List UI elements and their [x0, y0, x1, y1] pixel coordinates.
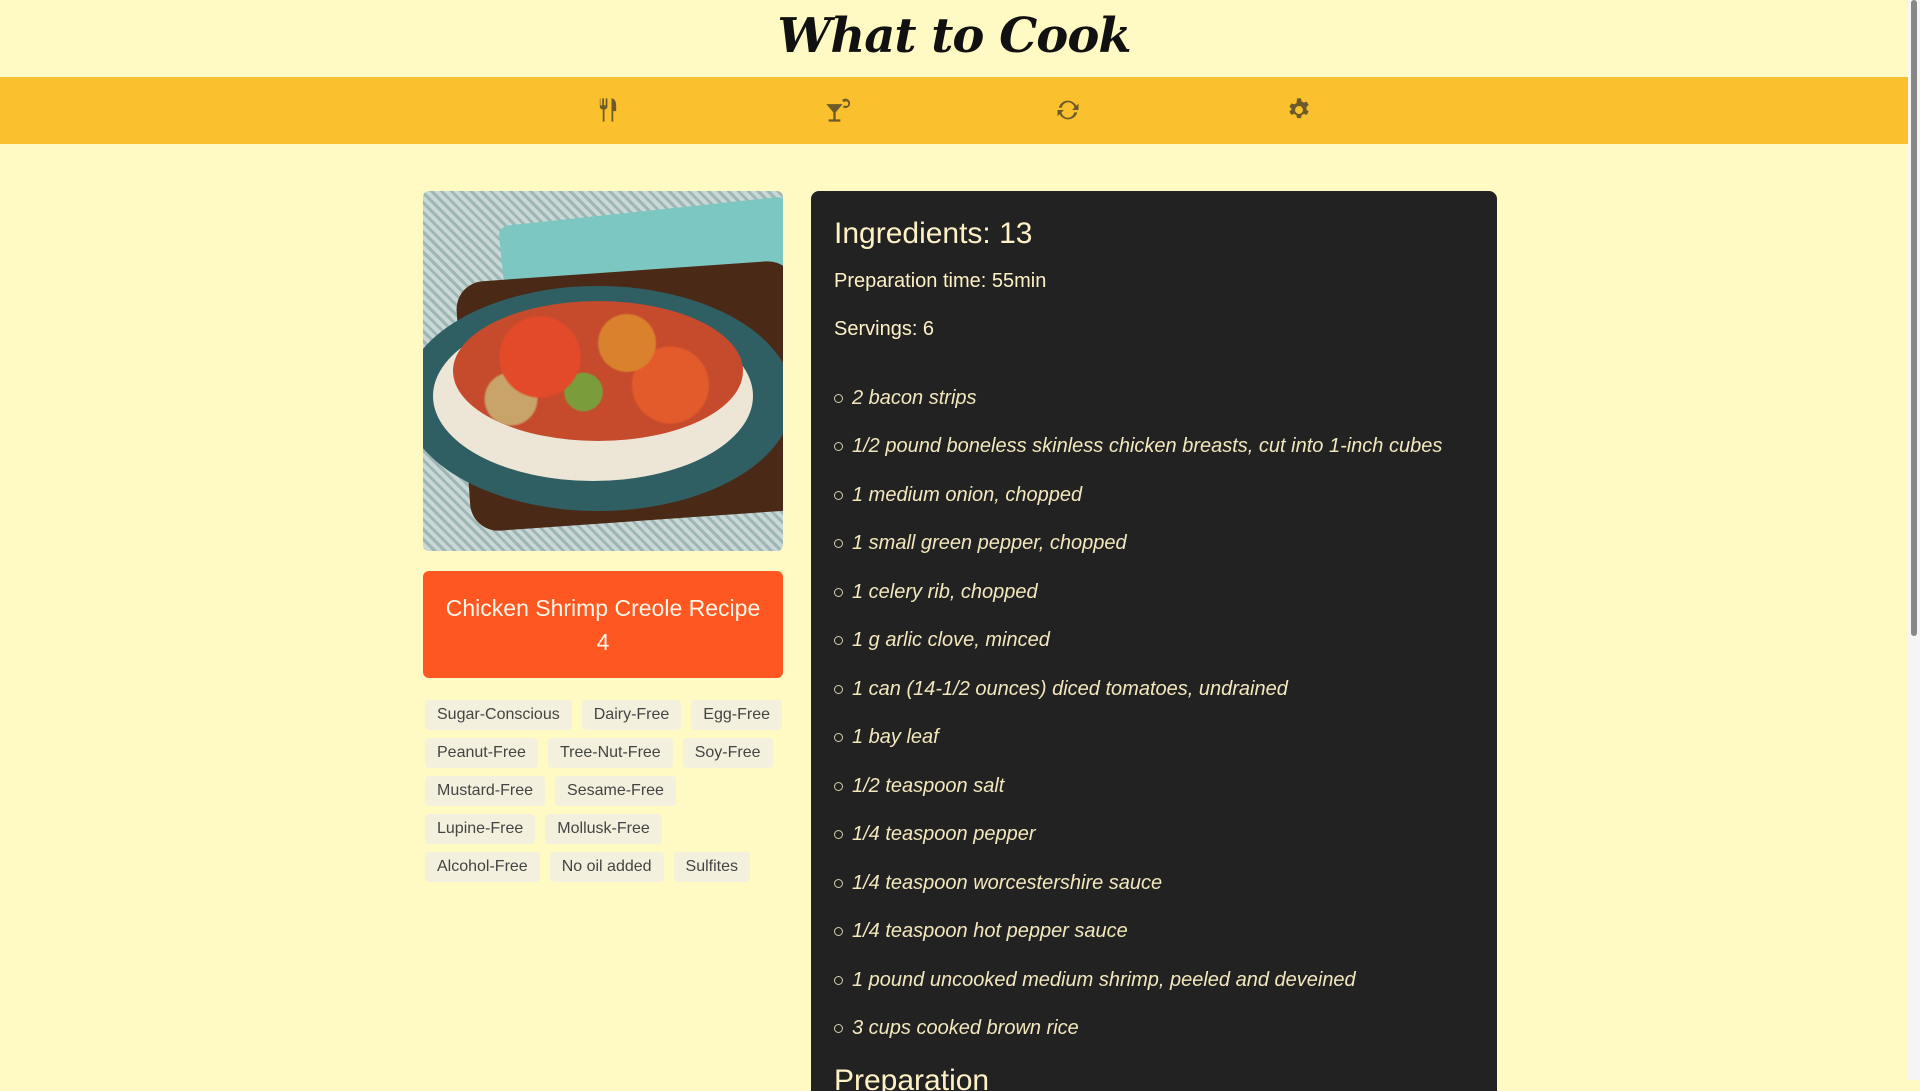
- gear-icon: [1289, 98, 1309, 119]
- ingredient-text: 1 small green pepper, chopped: [852, 532, 1127, 555]
- tag: Mollusk-Free: [545, 814, 662, 844]
- bullet-icon: [834, 830, 843, 840]
- cocktail-icon: [826, 98, 851, 122]
- nav-settings-button[interactable]: [1279, 92, 1319, 128]
- bullet-icon: [834, 490, 843, 500]
- tag: Sesame-Free: [555, 776, 676, 806]
- list-item: 1 can (14-1/2 ounces) diced tomatoes, un…: [834, 665, 1442, 714]
- ingredient-text: 1 celery rib, chopped: [852, 580, 1038, 603]
- list-item: 1 bay leaf: [834, 714, 1442, 763]
- ingredients-heading: Ingredients: 13: [834, 217, 1033, 250]
- page-scrollbar[interactable]: [1908, 0, 1920, 1080]
- tag: Mustard-Free: [425, 776, 546, 806]
- nav-bar: [0, 77, 1908, 144]
- ingredient-text: 2 bacon strips: [852, 386, 977, 409]
- tag: Lupine-Free: [425, 814, 536, 844]
- ingredient-text: 1 g arlic clove, minced: [852, 629, 1050, 652]
- tag: Sulfites: [673, 852, 751, 882]
- refresh-icon: [1057, 100, 1079, 120]
- ingredient-text: 1/2 teaspoon salt: [852, 774, 1005, 797]
- scrollbar-thumb[interactable]: [1911, 0, 1917, 636]
- tag: Egg-Free: [691, 700, 782, 730]
- ingredient-text: 1 can (14-1/2 ounces) diced tomatoes, un…: [852, 677, 1288, 700]
- bullet-icon: [834, 393, 843, 403]
- list-item: 1/4 teaspoon hot pepper sauce: [834, 908, 1442, 957]
- recipe-image: [423, 191, 783, 551]
- list-item: 1 pound uncooked medium shrimp, peeled a…: [834, 956, 1442, 1005]
- ingredient-text: 1 pound uncooked medium shrimp, peeled a…: [852, 968, 1356, 991]
- app-title: What to Cook: [777, 8, 1131, 64]
- bullet-icon: [834, 878, 843, 888]
- list-item: 1 medium onion, chopped: [834, 471, 1442, 520]
- list-item: 2 bacon strips: [834, 374, 1442, 423]
- tag: Sugar-Conscious: [425, 700, 572, 730]
- nav-refresh-button[interactable]: [1048, 92, 1088, 128]
- list-item: 1/2 teaspoon salt: [834, 762, 1442, 811]
- bullet-icon: [834, 587, 843, 597]
- recipe-title: Chicken Shrimp Creole Recipe 4: [423, 571, 783, 678]
- tag: Peanut-Free: [425, 738, 538, 768]
- list-item: 1 g arlic clove, minced: [834, 617, 1442, 666]
- list-item: 1/2 pound boneless skinless chicken brea…: [834, 423, 1442, 472]
- ingredient-list: 2 bacon strips 1/2 pound boneless skinle…: [834, 374, 1442, 1053]
- tag: Tree-Nut-Free: [547, 738, 673, 768]
- ingredient-text: 1 bay leaf: [852, 726, 939, 749]
- list-item: 1/4 teaspoon worcestershire sauce: [834, 859, 1442, 908]
- list-item: 3 cups cooked brown rice: [834, 1005, 1442, 1054]
- ingredient-text: 1 medium onion, chopped: [852, 483, 1083, 506]
- bullet-icon: [834, 442, 843, 452]
- preparation-time: Preparation time: 55min: [834, 270, 1047, 292]
- tag: Dairy-Free: [581, 700, 682, 730]
- bullet-icon: [834, 781, 843, 791]
- tag: No oil added: [549, 852, 664, 882]
- bullet-icon: [834, 684, 843, 694]
- nav-recipes-button[interactable]: [588, 92, 628, 128]
- servings: Servings: 6: [834, 318, 935, 340]
- ingredient-text: 1/2 pound boneless skinless chicken brea…: [852, 435, 1443, 458]
- bullet-icon: [834, 1024, 843, 1034]
- list-item: 1/4 teaspoon pepper: [834, 811, 1442, 860]
- bullet-icon: [834, 733, 843, 743]
- bullet-icon: [834, 927, 843, 937]
- tag: Soy-Free: [682, 738, 773, 768]
- ingredient-text: 1/4 teaspoon pepper: [852, 823, 1036, 846]
- ingredient-text: 1/4 teaspoon worcestershire sauce: [852, 871, 1163, 894]
- bullet-icon: [834, 636, 843, 646]
- nav-drinks-button[interactable]: [818, 92, 858, 128]
- bullet-icon: [834, 975, 843, 985]
- preparation-heading: Preparation: [834, 1064, 990, 1091]
- ingredient-text: 3 cups cooked brown rice: [852, 1017, 1079, 1040]
- list-item: 1 small green pepper, chopped: [834, 520, 1442, 569]
- diet-tags: Sugar-Conscious Dairy-Free Egg-Free Pean…: [423, 700, 783, 882]
- tag: Alcohol-Free: [425, 852, 540, 882]
- ingredients-panel: Ingredients: 13 Preparation time: 55min …: [811, 191, 1497, 1091]
- list-item: 1 celery rib, chopped: [834, 568, 1442, 617]
- bullet-icon: [834, 539, 843, 549]
- fork-knife-icon: [598, 98, 617, 122]
- ingredient-text: 1/4 teaspoon hot pepper sauce: [852, 920, 1128, 943]
